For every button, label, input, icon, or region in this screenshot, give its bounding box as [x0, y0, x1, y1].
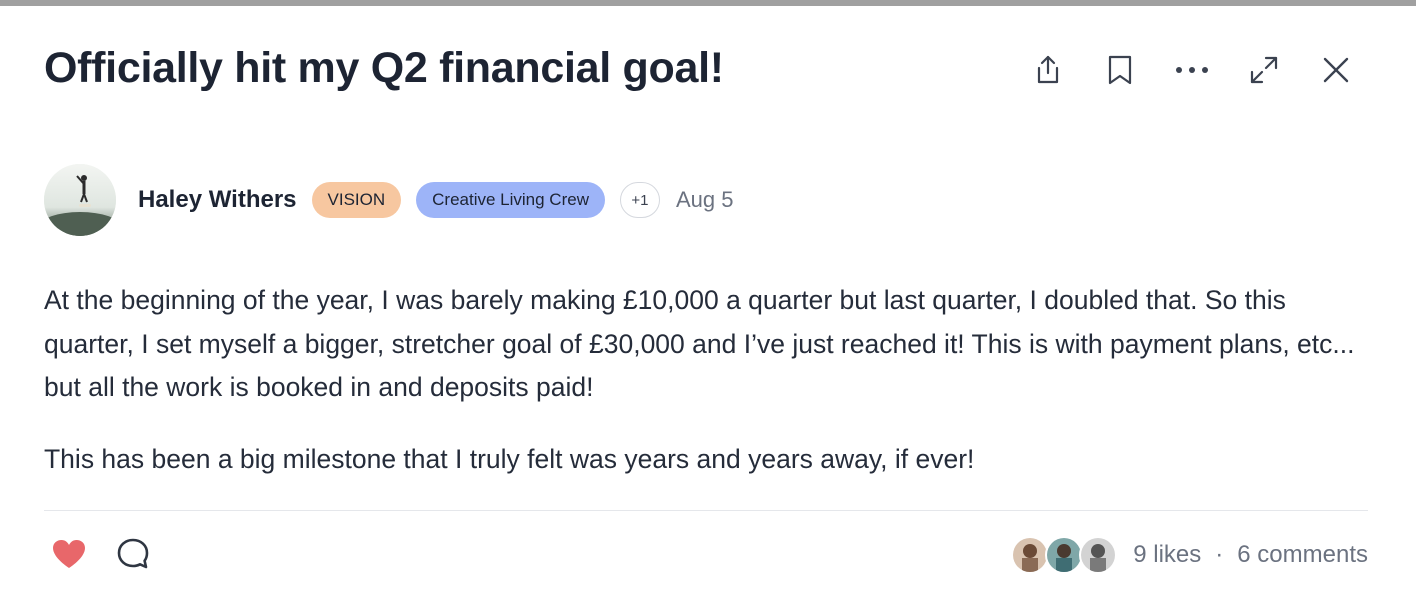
- bookmark-button[interactable]: [1102, 50, 1138, 90]
- comment-button[interactable]: [114, 534, 152, 574]
- bookmark-icon: [1108, 55, 1132, 85]
- share-button[interactable]: [1030, 50, 1066, 90]
- badge-more-count[interactable]: +1: [619, 182, 660, 218]
- liker-avatar: [1045, 536, 1084, 574]
- comments-count[interactable]: 6 comments: [1237, 541, 1368, 569]
- like-button[interactable]: [50, 534, 88, 574]
- likes-count[interactable]: 9 likes: [1133, 541, 1201, 569]
- author-avatar[interactable]: [44, 164, 116, 236]
- badge-creative-living-crew[interactable]: Creative Living Crew: [416, 182, 605, 218]
- heart-icon: [53, 540, 85, 568]
- badge-vision[interactable]: VISION: [311, 182, 402, 218]
- post-date: Aug 5: [675, 187, 734, 212]
- footer-divider: [44, 510, 1368, 511]
- author-name[interactable]: Haley Withers: [138, 186, 297, 214]
- expand-button[interactable]: [1246, 50, 1282, 90]
- post-body: At the beginning of the year, I was bare…: [44, 279, 1374, 509]
- liker-avatar: [1011, 536, 1050, 574]
- close-icon: [1323, 57, 1349, 83]
- engagement-summary: 9 likes · 6 comments: [1011, 536, 1368, 574]
- liker-avatar: [1079, 536, 1118, 574]
- comment-icon: [117, 538, 149, 569]
- reaction-actions: [50, 534, 152, 574]
- post-paragraph: This has been a big milestone that I tru…: [44, 443, 975, 474]
- more-options-button[interactable]: [1174, 50, 1210, 90]
- liker-avatars[interactable]: [1011, 536, 1118, 574]
- separator-dot: ·: [1215, 541, 1224, 568]
- post-modal: Officially hit my Q2 financial goal! Hal…: [0, 6, 1416, 596]
- share-icon: [1037, 55, 1059, 84]
- expand-icon: [1250, 56, 1278, 84]
- header-actions: [1030, 50, 1354, 90]
- author-row: Haley Withers VISION Creative Living Cre…: [44, 164, 733, 236]
- close-button[interactable]: [1318, 50, 1354, 90]
- post-paragraph: At the beginning of the year, I was bare…: [44, 285, 1355, 402]
- more-options-icon: [1176, 67, 1208, 73]
- post-title: Officially hit my Q2 financial goal!: [44, 44, 724, 92]
